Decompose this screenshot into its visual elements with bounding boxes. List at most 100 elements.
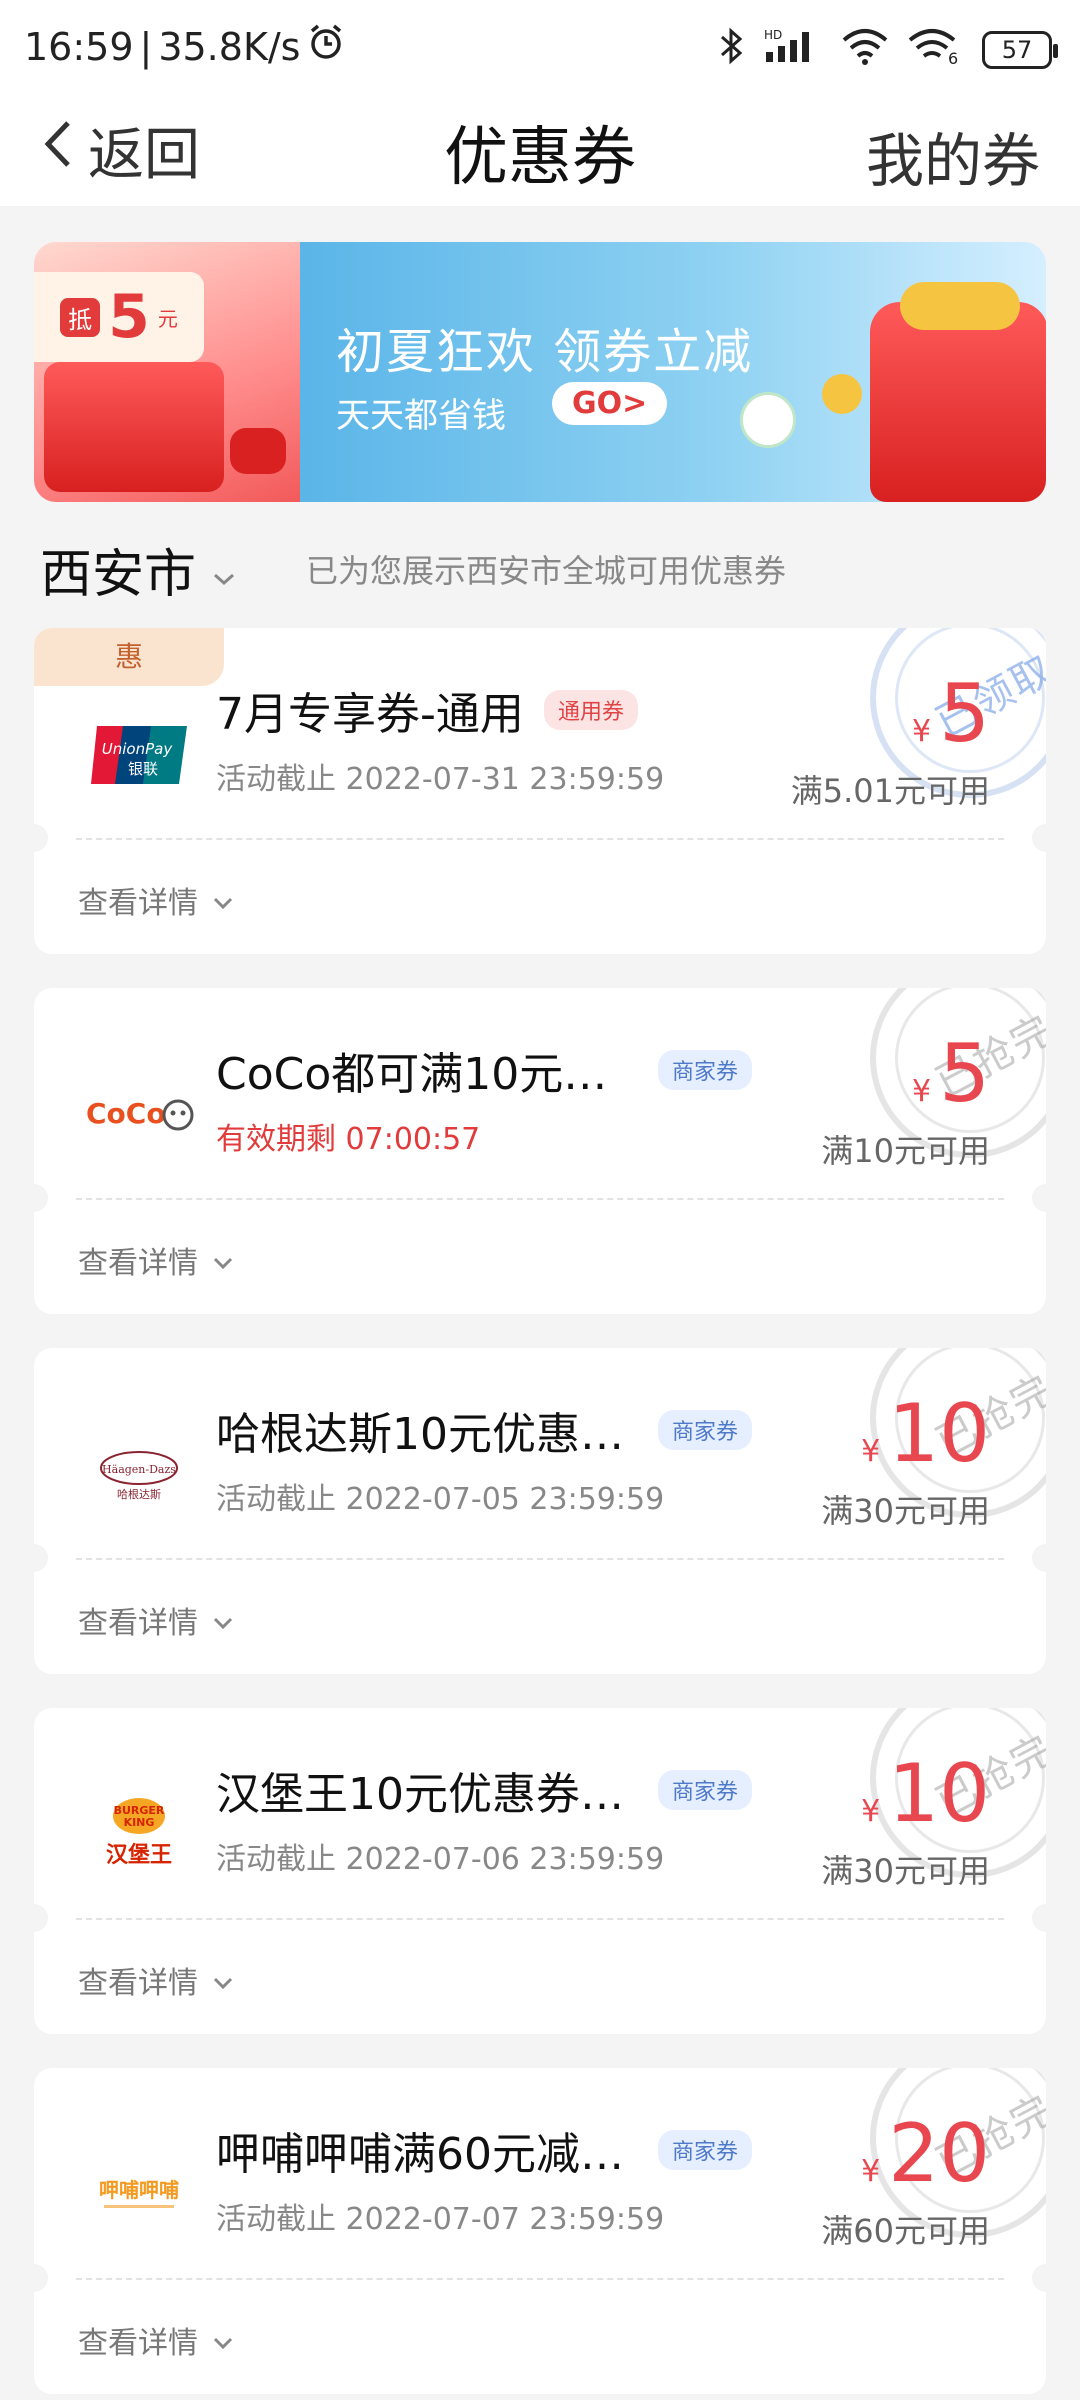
coupon-tag: 商家券 (658, 1770, 753, 1810)
currency-symbol: ¥ (861, 2154, 881, 2189)
chevron-down-icon (212, 1603, 234, 1638)
coupon-amount: ¥ 10 (861, 1394, 990, 1474)
coupon-tag: 商家券 (658, 1410, 753, 1450)
svg-text:银联: 银联 (128, 760, 158, 778)
notch (34, 1904, 48, 1932)
nav-bar: 返回 优惠券 我的券 (0, 96, 1080, 206)
view-details-toggle[interactable]: 查看详情 (78, 1238, 234, 1282)
coupon-card[interactable]: 惠 已领取 UnionPay 银联 7月专享券-通用 通用券 活动截止 2022-… (34, 628, 1046, 954)
coupon-subtitle: 活动截止 2022-07-31 23:59:59 (216, 762, 665, 797)
gift-bag-graphic (870, 302, 1046, 502)
signal-icon: HD (762, 26, 822, 74)
battery-level: 57 (1001, 36, 1033, 64)
banner-side-amount: 5 (108, 282, 150, 352)
banner-headline: 初夏狂欢 领券立减 (336, 324, 754, 380)
coupon-amount: ¥ 10 (861, 1754, 990, 1834)
banner-badge-icon (740, 392, 796, 448)
view-details-toggle[interactable]: 查看详情 (78, 1958, 234, 2002)
status-right: HD 6 57 (718, 26, 1058, 74)
detail-label: 查看详情 (78, 886, 198, 921)
gift-bag-coins (900, 282, 1020, 330)
svg-text:6: 6 (948, 49, 958, 66)
coupon-condition: 满5.01元可用 (790, 772, 990, 810)
coupon-tag: 商家券 (658, 2130, 753, 2170)
svg-text:哈根达斯: 哈根达斯 (117, 1487, 161, 1501)
notch (1032, 2264, 1046, 2292)
svg-text:KING: KING (124, 1816, 155, 1829)
coupon-card[interactable]: 已抢完 BURGER KING 汉堡王 汉堡王10元优惠券… 商家券 活动截止 20… (34, 1708, 1046, 2034)
chevron-down-icon (212, 2323, 234, 2358)
notch (34, 1544, 48, 1572)
amount-value: 10 (888, 1387, 990, 1480)
amount-value: 20 (888, 2107, 990, 2200)
dashed-divider (76, 1198, 1004, 1200)
chevron-down-icon (212, 540, 236, 600)
svg-text:UnionPay: UnionPay (102, 740, 174, 758)
coupon-countdown: 有效期剩 07:00:57 (216, 1122, 481, 1157)
haagen-dazs-logo: Häagen-Dazs 哈根达斯 (80, 1416, 198, 1534)
coupon-card[interactable]: 已抢完 Häagen-Dazs 哈根达斯 哈根达斯10元优惠… 商家券 活动截止 … (34, 1348, 1046, 1674)
alarm-icon (306, 22, 346, 71)
currency-symbol: ¥ (912, 714, 932, 749)
banner-side-panel: 抵 5 元 (34, 242, 300, 502)
svg-text:HD: HD (764, 28, 782, 42)
banner-go-button[interactable]: GO> (552, 382, 668, 425)
city-selector[interactable]: 西安市 (40, 532, 236, 607)
notch (1032, 824, 1046, 852)
notch (1032, 1904, 1046, 1932)
coupon-condition: 满60元可用 (821, 2212, 990, 2250)
banner-side-text: 抵 (60, 297, 101, 337)
notch (34, 2264, 48, 2292)
view-details-toggle[interactable]: 查看详情 (78, 1598, 234, 1642)
amount-value: 5 (939, 1027, 990, 1120)
bluetooth-icon (718, 26, 744, 74)
coupon-card[interactable]: 已抢完 CoCo CoCo都可满10元… 商家券 有效期剩 07:00:57 ¥… (34, 988, 1046, 1314)
view-details-toggle[interactable]: 查看详情 (78, 878, 234, 922)
coupon-title: 汉堡王10元优惠券… (216, 1769, 624, 1820)
status-time: 16:59 (24, 24, 134, 69)
notch (34, 824, 48, 852)
currency-symbol: ¥ (861, 1794, 881, 1829)
chevron-down-icon (212, 883, 234, 918)
svg-text:Häagen-Dazs: Häagen-Dazs (102, 1463, 176, 1476)
wifi-6-icon: 6 (908, 26, 964, 74)
currency-symbol: ¥ (861, 1434, 881, 1469)
coupon-tag: 商家券 (658, 1050, 753, 1090)
coupon-amount: ¥ 5 (912, 1034, 990, 1114)
view-details-toggle[interactable]: 查看详情 (78, 2318, 234, 2362)
detail-label: 查看详情 (78, 1246, 198, 1281)
coupon-card[interactable]: 已抢完 呷哺呷哺 呷哺呷哺满60元减… 商家券 活动截止 2022-07-07 … (34, 2068, 1046, 2394)
chevron-down-icon (212, 1963, 234, 1998)
coco-logo: CoCo (80, 1056, 198, 1174)
coupon-subtitle: 活动截止 2022-07-06 23:59:59 (216, 1842, 665, 1877)
burger-king-logo: BURGER KING 汉堡王 (80, 1776, 198, 1894)
status-bar: 16:59 | 35.8K/s HD 6 57 (0, 0, 1080, 96)
xiabu-logo: 呷哺呷哺 (80, 2136, 198, 2254)
banner-main-panel: 初夏狂欢 领券立减 天天都省钱 GO> (300, 242, 1046, 502)
city-row: 西安市 已为您展示西安市全城可用优惠券 (0, 526, 1080, 606)
coupon-condition: 满10元可用 (821, 1132, 990, 1170)
notch (34, 1184, 48, 1212)
coupon-subtitle: 活动截止 2022-07-07 23:59:59 (216, 2202, 665, 2237)
status-left: 16:59 | 35.8K/s (24, 22, 346, 71)
wifi-icon (840, 26, 890, 74)
detail-label: 查看详情 (78, 1966, 198, 2001)
banner-side-unit: 元 (157, 306, 178, 331)
svg-text:汉堡王: 汉堡王 (106, 1842, 172, 1868)
banner-subline: 天天都省钱 (336, 396, 506, 436)
notch (1032, 1184, 1046, 1212)
promo-banner[interactable]: 抵 5 元 初夏狂欢 领券立减 天天都省钱 GO> (34, 242, 1046, 502)
coupon-condition: 满30元可用 (821, 1852, 990, 1890)
dashed-divider (76, 1918, 1004, 1920)
svg-text:CoCo: CoCo (86, 1097, 166, 1130)
city-label: 西安市 (40, 545, 197, 605)
coupon-title: 7月专享券-通用 (216, 689, 524, 740)
coupon-title: CoCo都可满10元… (216, 1049, 608, 1100)
coupon-tag: 通用券 (544, 690, 639, 730)
city-hint: 已为您展示西安市全城可用优惠券 (306, 552, 787, 590)
my-coupons-link[interactable]: 我的券 (866, 114, 1040, 198)
network-speed: 35.8K/s (158, 24, 301, 69)
coupon-title: 哈根达斯10元优惠… (216, 1409, 624, 1460)
svg-text:呷哺呷哺: 呷哺呷哺 (99, 2178, 179, 2202)
currency-symbol: ¥ (912, 1074, 932, 1109)
